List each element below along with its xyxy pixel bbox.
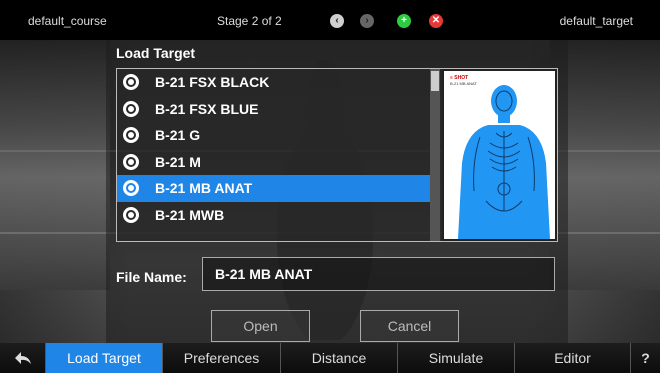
list-item-selected[interactable]: B-21 MB ANAT [117,175,430,202]
list-item-label: B-21 FSX BLUE [155,100,259,117]
target-listbox: B-21 FSX BLACK B-21 FSX BLUE B-21 G B-21… [116,68,558,242]
list-item-label: B-21 G [155,127,201,144]
list-item-label: B-21 FSX BLACK [155,74,270,91]
list-item[interactable]: B-21 MWB [117,202,430,229]
list-item[interactable]: B-21 M [117,149,430,176]
file-name-label: File Name: [116,269,187,285]
list-item-label: B-21 M [155,153,201,170]
course-name: default_course [28,14,107,28]
stage-indicator: Stage 2 of 2 [217,14,282,28]
tab-simulate[interactable]: Simulate [398,343,515,373]
close-icon[interactable]: ✕ [429,14,443,28]
radio-icon [123,153,139,170]
chevron-right-icon[interactable]: › [360,14,374,28]
top-bar: default_course Stage 2 of 2 ‹ › + ✕ defa… [0,0,660,40]
list-item[interactable]: B-21 G [117,122,430,149]
tab-distance[interactable]: Distance [281,343,398,373]
list-item[interactable]: B-21 FSX BLACK [117,69,430,96]
bottom-tab-bar: Load Target Preferences Distance Simulat… [0,343,660,373]
add-icon[interactable]: + [397,14,411,28]
load-target-dialog: Load Target B-21 FSX BLACK B-21 FSX BLUE… [106,40,568,343]
radio-icon [123,74,139,91]
tab-preferences[interactable]: Preferences [163,343,281,373]
back-button[interactable] [0,343,46,373]
scrollbar-thumb[interactable] [431,71,439,91]
target-preview: ≡ SHOT B-21 MB ANAT [442,69,557,241]
back-arrow-icon [14,352,31,364]
open-button[interactable]: Open [211,310,310,342]
radio-icon [123,206,139,223]
list-item[interactable]: B-21 FSX BLUE [117,96,430,123]
help-button[interactable]: ? [631,343,660,373]
dialog-title: Load Target [116,45,196,61]
list-item-label: B-21 MB ANAT [155,180,253,197]
list-item-label: B-21 MWB [155,206,225,223]
target-figure-icon [458,85,550,239]
tab-load-target[interactable]: Load Target [46,343,163,373]
list-scrollbar[interactable] [430,69,440,241]
radio-icon [123,180,139,197]
tab-editor[interactable]: Editor [515,343,631,373]
target-list[interactable]: B-21 FSX BLACK B-21 FSX BLUE B-21 G B-21… [117,69,430,241]
radio-icon [123,100,139,117]
target-name: default_target [559,14,633,28]
radio-icon [123,127,139,144]
cancel-button[interactable]: Cancel [360,310,459,342]
file-name-field[interactable]: B-21 MB ANAT [202,257,555,291]
chevron-left-icon[interactable]: ‹ [330,14,344,28]
range-wall-left [0,40,110,290]
